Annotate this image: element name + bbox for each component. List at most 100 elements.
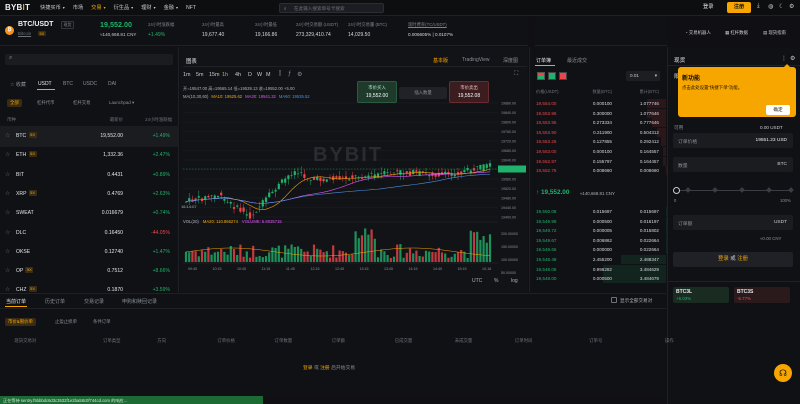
settings-icon[interactable]: ⚙	[789, 3, 794, 10]
interval-1m[interactable]: 1m	[183, 72, 191, 78]
download-icon[interactable]: ⤓	[757, 3, 760, 10]
tab-dai[interactable]: DAI	[108, 81, 116, 87]
menu-market[interactable]: 市场	[73, 4, 83, 11]
candle-type-icon[interactable]: ⫿	[279, 71, 281, 78]
star-icon[interactable]: ☆	[5, 190, 10, 197]
market-row[interactable]: ☆ ETH 5X 1,332.36 +2.47%	[0, 145, 179, 166]
indicator-icon[interactable]: ƒ	[288, 71, 291, 77]
star-icon[interactable]: ☆	[5, 132, 10, 139]
star-icon[interactable]: ☆	[5, 229, 10, 236]
tooltip-confirm-button[interactable]: 确定	[766, 105, 790, 115]
menu-trade[interactable]: 交易 ▾	[91, 4, 105, 11]
ask-row[interactable]: 19,552.97 0.155797 0.164457	[529, 156, 666, 167]
show-all-label[interactable]: 显示全部交易对	[620, 298, 652, 304]
order-value-input[interactable]: 订单额 USDT	[673, 215, 793, 230]
ask-row[interactable]: 19,553.90 0.211900 0.504312	[529, 127, 666, 138]
pair-name[interactable]: BTC/USDT	[18, 21, 53, 28]
search-input[interactable]: ⌕ 在此输入搜索单号卡搜索	[279, 3, 384, 13]
filter-all[interactable]: 全部	[7, 99, 22, 107]
percent-slider[interactable]	[676, 190, 792, 191]
trading-bot-link[interactable]: ◔ 交易机器人	[685, 30, 711, 36]
interval-5m[interactable]: 5m	[196, 72, 204, 78]
ask-row[interactable]: 19,553.00 0.000100 0.164557	[529, 147, 666, 157]
globe-icon[interactable]: ◍	[768, 3, 773, 10]
login-to-trade-button[interactable]: 登录 或 注册	[673, 252, 793, 267]
market-row[interactable]: ☆ OKSE 0.12740 +1.47%	[0, 242, 179, 263]
utc-toggle[interactable]: UTC	[472, 278, 482, 284]
star-icon[interactable]: ☆	[5, 151, 10, 158]
tab-order-history[interactable]: 历史订单	[45, 298, 65, 305]
bybit-logo[interactable]: BYBIT	[5, 3, 30, 12]
ask-row[interactable]: 19,553.95 0.273334 0.777646	[529, 118, 666, 128]
star-icon[interactable]: ☆	[5, 209, 10, 216]
ask-row[interactable]: 19,552.75 0.008660 0.008660	[529, 166, 666, 176]
filter-leveraged-tokens[interactable]: 杠杆代币	[34, 99, 58, 107]
star-icon[interactable]: ☆	[5, 267, 10, 274]
bid-row[interactable]: 19,548.00 0.000500 3.484679	[529, 274, 666, 284]
show-all-checkbox[interactable]	[611, 297, 617, 303]
market-row[interactable]: ☆ XRP 5X 0.4769 +2.63%	[0, 184, 179, 205]
tab-recent-trades[interactable]: 最近成交	[567, 57, 587, 64]
filter-market-limit[interactable]: 市价&限价单	[5, 318, 36, 326]
col-change[interactable]: 24小时涨跌幅	[128, 117, 172, 123]
register-link[interactable]: 注册	[320, 366, 330, 371]
slider-handle[interactable]	[673, 187, 680, 194]
tab-usdt[interactable]: USDT	[38, 81, 52, 87]
star-icon[interactable]: ☆	[5, 171, 10, 178]
market-row[interactable]: ☆ BIT 0.4431 +0.89%	[0, 165, 179, 186]
bid-row[interactable]: 19,549.99 0.000500 0.016197	[529, 216, 666, 227]
tab-basic[interactable]: 基本版	[433, 57, 448, 64]
tab-depth[interactable]: 深度图	[503, 57, 518, 64]
interval-W[interactable]: W	[257, 72, 262, 78]
quantity-input[interactable]: 插入数量	[399, 87, 447, 99]
book-asks-icon[interactable]	[559, 72, 567, 80]
market-search-input[interactable]	[5, 54, 173, 65]
quantity-input[interactable]: 数量 BTC	[673, 157, 793, 172]
interval-1h[interactable]: 1h	[222, 72, 228, 78]
bid-row[interactable]: 19,548.05 0.996282 3.484629	[529, 264, 666, 275]
interval-15m[interactable]: 15m	[209, 72, 220, 78]
book-both-icon[interactable]	[537, 72, 545, 80]
ask-row[interactable]: 19,554.00 0.000100 1.077746	[529, 99, 666, 109]
interval-D[interactable]: D	[248, 72, 252, 78]
menu-derivatives[interactable]: 衍生品 ▾	[114, 4, 134, 11]
bid-row[interactable]: 19,549.72 0.000005 0.015802	[529, 226, 666, 236]
etf-card-long[interactable]: BTC3L +6.03%	[673, 287, 729, 303]
pair-subtitle[interactable]: Bitcoin	[18, 31, 31, 36]
market-row[interactable]: ☆ BTC 5X 19,552.00 +1.49%	[0, 126, 179, 147]
market-row[interactable]: ☆ OP 5X 0.7512 +8.66%	[0, 261, 179, 282]
filter-launchpad[interactable]: Launchpad ▾	[106, 99, 137, 107]
gear-icon[interactable]: ⚙	[790, 55, 795, 62]
order-price-input[interactable]: 订单价格 19551.23 USD	[673, 133, 793, 148]
bid-row[interactable]: 19,550.08 0.015697 0.015697	[529, 207, 666, 217]
login-button[interactable]: 登录	[703, 3, 713, 10]
fee-label[interactable]: 现时费率(TC/USDT)	[408, 22, 447, 28]
tab-subscription[interactable]: 申购和赎回记录	[122, 298, 157, 305]
tab-btc[interactable]: BTC	[63, 81, 73, 87]
etf-card-short[interactable]: BTC3S -5.77%	[734, 287, 790, 303]
col-price[interactable]: 最新价	[91, 117, 123, 123]
menu-nft[interactable]: NFT	[186, 4, 196, 11]
filter-margin[interactable]: 杠杆交易	[70, 99, 94, 107]
bid-row[interactable]: 19,549.67 0.006862 0.022664	[529, 235, 666, 246]
col-coin[interactable]: 币种	[7, 117, 16, 123]
market-buy-button[interactable]: 市价买入 19,552.00	[357, 81, 397, 103]
menu-quick-buy[interactable]: 快捷买币 ▾	[40, 4, 65, 11]
market-row[interactable]: ☆ DLC 0.16450 -44.05%	[0, 223, 179, 244]
tab-tradingview[interactable]: TradingView	[462, 57, 490, 63]
precision-select[interactable]: 0.01 ▾	[626, 71, 660, 81]
market-row[interactable]: ☆ SWEAT 0.016679 +0.74%	[0, 203, 179, 224]
moon-icon[interactable]: ☾	[779, 3, 784, 10]
register-button[interactable]: 注册	[727, 2, 751, 13]
interval-M[interactable]: M	[266, 72, 271, 78]
spot-guide-link[interactable]: ▤ 现货指南	[763, 30, 786, 36]
bid-row[interactable]: 19,548.48 2.455200 2.488347	[529, 255, 666, 265]
ask-row[interactable]: 19,553.96 0.300000 1.077646	[529, 108, 666, 119]
percent-toggle[interactable]: %	[494, 278, 498, 284]
tab-order-book[interactable]: 订单簿	[536, 57, 551, 64]
fullscreen-icon[interactable]: ⛶	[514, 71, 518, 78]
support-chat-icon[interactable]: ☊	[774, 364, 792, 382]
filter-tp-sl[interactable]: 止盈止损单	[52, 318, 80, 326]
filter-conditional[interactable]: 条件订单	[90, 318, 114, 326]
tab-open-orders[interactable]: 当前订单	[6, 298, 26, 305]
